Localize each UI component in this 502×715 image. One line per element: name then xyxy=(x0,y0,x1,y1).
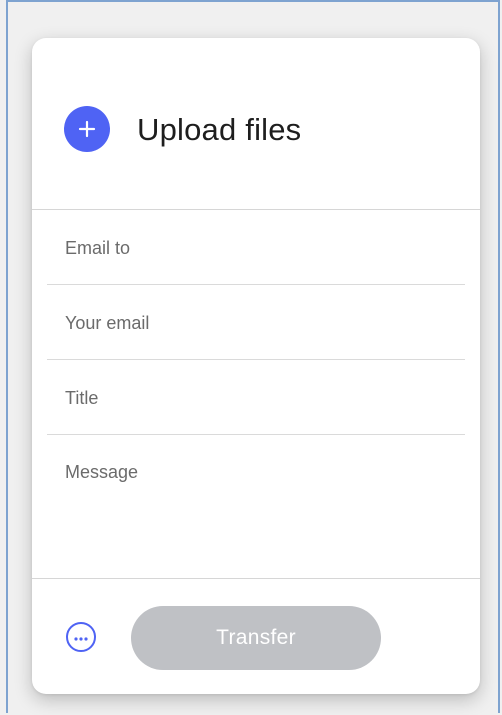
email-to-row xyxy=(47,210,465,285)
upload-title: Upload files xyxy=(137,112,302,147)
title-row xyxy=(47,360,465,435)
add-files-button[interactable] xyxy=(64,106,110,152)
upload-header: Upload files xyxy=(32,38,480,210)
upload-card: Upload files Transfer xyxy=(32,38,480,694)
your-email-input[interactable] xyxy=(65,309,445,337)
your-email-row xyxy=(47,285,465,360)
transfer-button[interactable]: Transfer xyxy=(131,606,381,670)
more-options-icon xyxy=(73,630,89,645)
more-options-button[interactable] xyxy=(66,622,96,652)
plus-icon xyxy=(78,120,96,138)
message-textarea[interactable] xyxy=(65,462,455,562)
email-to-input[interactable] xyxy=(65,234,445,262)
title-input[interactable] xyxy=(65,384,445,412)
message-row xyxy=(32,437,480,579)
